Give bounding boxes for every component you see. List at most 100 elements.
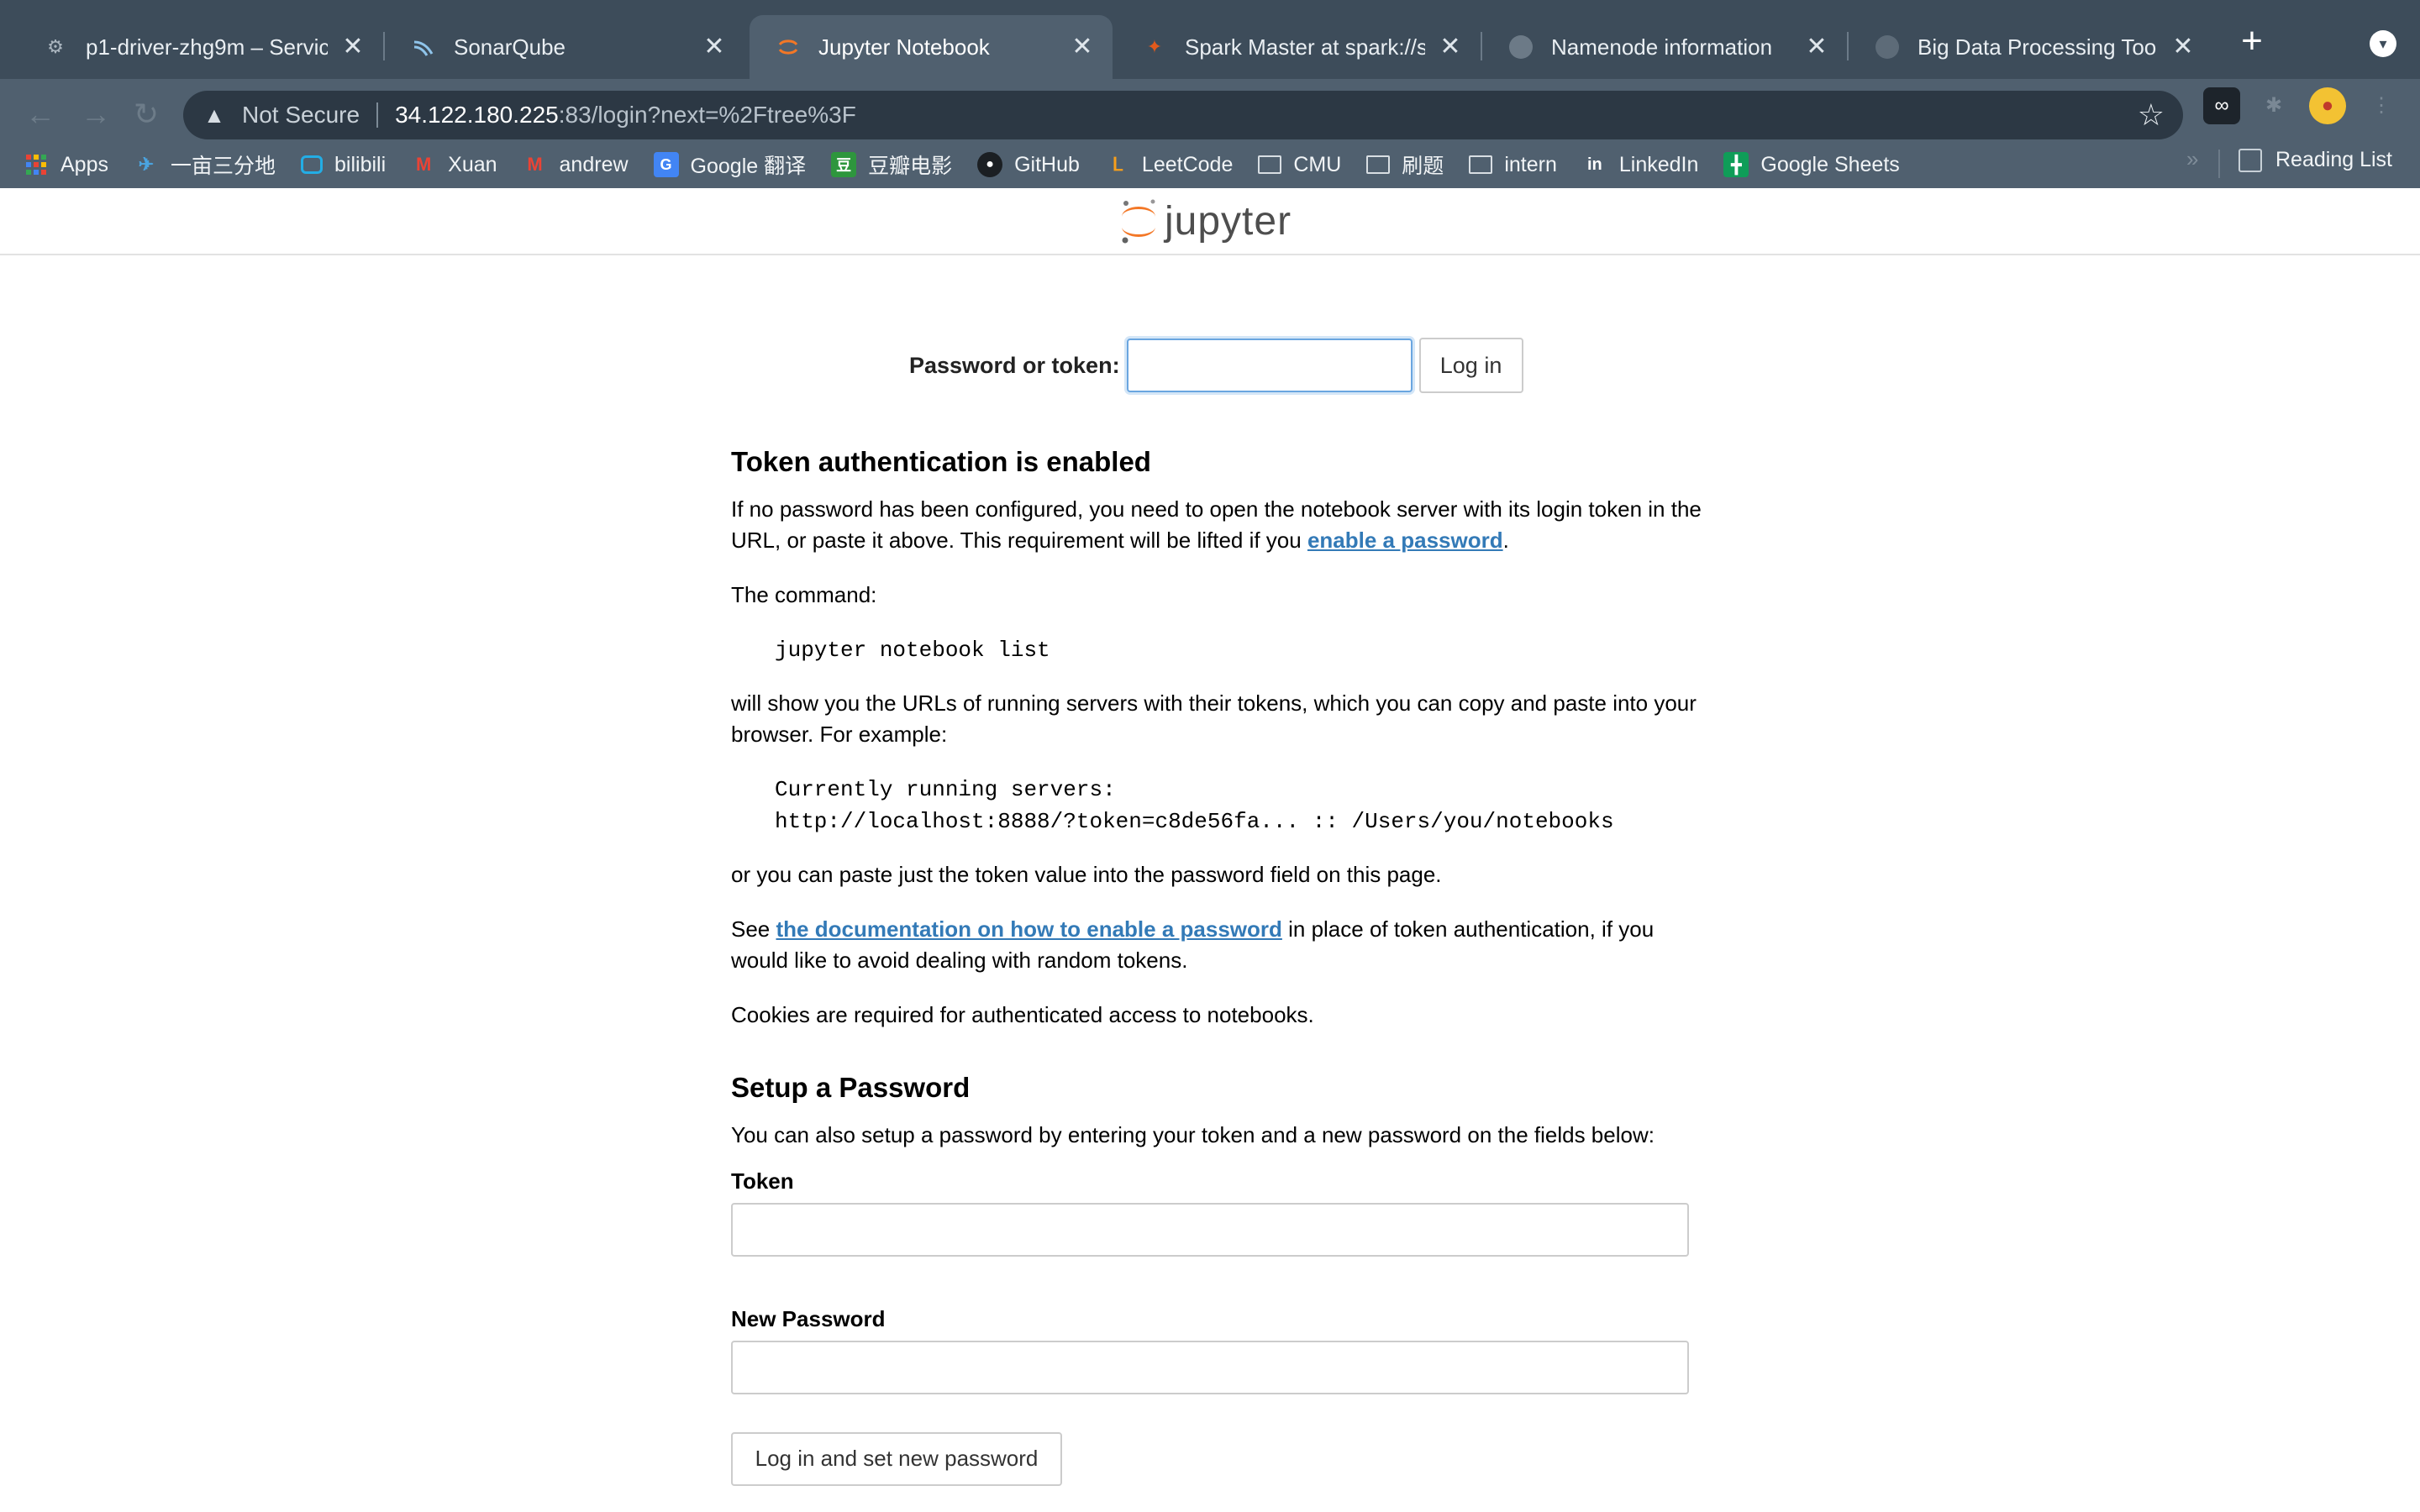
warning-icon: ▲	[203, 102, 225, 128]
tab-title: Big Data Processing Toolbo	[1918, 34, 2158, 60]
token-field-label: Token	[731, 1168, 794, 1194]
bookmark-label: 刷题	[1402, 155, 1444, 178]
new-password-field[interactable]	[731, 1341, 1689, 1394]
bookmark-github[interactable]: ● GitHub	[977, 152, 1080, 177]
password-input[interactable]	[1126, 339, 1413, 392]
documentation-link[interactable]: the documentation on how to enable a pas…	[776, 916, 1282, 942]
back-arrow-icon[interactable]: ←	[22, 96, 59, 133]
bookmark-google-sheets[interactable]: ╋ Google Sheets	[1723, 152, 1900, 177]
folder-icon	[1258, 155, 1282, 174]
new-tab-button[interactable]: +	[2235, 23, 2269, 60]
google-translate-icon: G	[653, 152, 679, 177]
close-icon[interactable]: ✕	[339, 34, 366, 60]
tab-p1-driver[interactable]: ⚙ p1-driver-zhg9m – Service ✕	[17, 15, 383, 79]
bookmark-linkedin[interactable]: in LinkedIn	[1582, 152, 1699, 177]
tab-big-data[interactable]: Big Data Processing Toolbo ✕	[1849, 15, 2213, 79]
yimu-icon: ✈	[138, 154, 155, 175]
bookmark-label: Google 翻译	[690, 155, 807, 178]
command-explanation: will show you the URLs of running server…	[731, 690, 1697, 747]
reload-icon[interactable]: ↻	[128, 96, 165, 133]
bookmark-leetcode[interactable]: ᒪ LeetCode	[1105, 152, 1234, 177]
token-field[interactable]	[731, 1203, 1689, 1257]
reading-list-button[interactable]: Reading List	[2238, 148, 2392, 172]
tab-sonarqube[interactable]: SonarQube ✕	[385, 15, 744, 79]
gmail-icon: M	[527, 154, 543, 175]
bookmark-bilibili[interactable]: bilibili	[301, 153, 386, 177]
jupyter-icon	[776, 35, 800, 59]
bookmarks-divider	[2218, 150, 2220, 178]
avatar[interactable]: ●	[2309, 87, 2346, 124]
bookmark-yimu[interactable]: ✈ 一亩三分地	[134, 150, 276, 180]
jupyter-logo[interactable]: jupyter	[1118, 197, 1292, 245]
setup-section-title: Setup a Password	[731, 1072, 971, 1103]
close-icon[interactable]: ✕	[701, 34, 728, 60]
set-new-password-button[interactable]: Log in and set new password	[731, 1431, 1062, 1486]
jupyter-logo-text: jupyter	[1165, 198, 1292, 244]
gmail-icon: M	[415, 154, 432, 175]
spark-icon: ✦	[1146, 36, 1163, 57]
tab-namenode[interactable]: Namenode information ✕	[1482, 15, 1847, 79]
close-icon[interactable]: ✕	[1437, 34, 1464, 60]
close-icon[interactable]: ✕	[2170, 34, 2196, 60]
gear-icon: ⚙	[47, 36, 64, 57]
bookmark-label: Google Sheets	[1760, 152, 1900, 176]
command-intro: The command:	[731, 582, 877, 607]
google-sheets-icon: ╋	[1723, 152, 1749, 177]
bookmark-label: GitHub	[1014, 152, 1080, 176]
bookmark-folder-shuati[interactable]: 刷题	[1366, 150, 1444, 180]
login-form: Password or token: Log in	[909, 338, 1523, 393]
tab-title: Jupyter Notebook	[818, 34, 990, 60]
close-icon[interactable]: ✕	[1069, 34, 1096, 60]
new-password-field-label: New Password	[731, 1306, 886, 1331]
linkedin-icon: in	[1586, 155, 1602, 174]
bookmark-label: LinkedIn	[1618, 152, 1699, 176]
address-bar[interactable]: ▲ Not Secure 34.122.180.225 :83/login?ne…	[183, 91, 2183, 139]
bookmark-folder-intern[interactable]: intern	[1469, 153, 1557, 177]
enable-password-link[interactable]: enable a password	[1307, 528, 1503, 553]
forward-arrow-icon[interactable]: →	[77, 96, 114, 133]
bookmark-label: Xuan	[448, 152, 497, 176]
example-line: http://localhost:8888/?token=c8de56fa...…	[775, 809, 1614, 834]
jupyter-header: jupyter	[0, 188, 2420, 255]
bookmark-folder-cmu[interactable]: CMU	[1258, 153, 1341, 177]
tab-spark[interactable]: ✦ Spark Master at spark://spa ✕	[1116, 15, 1481, 79]
bookmark-andrew[interactable]: M andrew	[523, 152, 629, 177]
bookmark-apps[interactable]: Apps	[24, 152, 108, 177]
tab-search-icon[interactable]: ▾	[2370, 30, 2396, 57]
paste-token-note: or you can paste just the token value in…	[731, 862, 1442, 887]
bookmark-label: andrew	[559, 152, 629, 176]
text: See	[731, 916, 776, 942]
bookmark-label: Apps	[60, 152, 108, 176]
tab-jupyter[interactable]: Jupyter Notebook ✕	[750, 15, 1113, 79]
reading-list-icon	[2238, 148, 2262, 172]
reading-list-label: Reading List	[2275, 148, 2392, 171]
command-code: jupyter notebook list	[775, 638, 1050, 663]
bookmarks-bar: Apps ✈ 一亩三分地 bilibili M Xuan M andrew G …	[0, 141, 2420, 188]
browser-chrome: ⚙ p1-driver-zhg9m – Service ✕ SonarQube …	[0, 0, 2420, 188]
github-icon: ●	[977, 152, 1003, 177]
example-output: Currently running servers: http://localh…	[775, 774, 1706, 837]
globe-icon	[1876, 35, 1899, 59]
text: If no password has been configured, you …	[731, 496, 1702, 553]
folder-icon	[1469, 155, 1493, 174]
bookmark-label: CMU	[1293, 152, 1342, 176]
address-divider	[376, 102, 379, 128]
jupyter-logo-icon	[1122, 199, 1155, 244]
puzzle-piece-icon[interactable]: ✱	[2255, 87, 2292, 124]
tab-strip: ⚙ p1-driver-zhg9m – Service ✕ SonarQube …	[0, 0, 2420, 79]
menu-kebab-icon[interactable]: ⋮	[2363, 87, 2400, 124]
close-icon[interactable]: ✕	[1803, 34, 1830, 60]
extension-icon[interactable]: ∞	[2203, 87, 2240, 124]
bookmarks-overflow-chevron-icon[interactable]: »	[2186, 146, 2198, 172]
bookmark-star-icon[interactable]: ☆	[2138, 99, 2165, 131]
tab-title: p1-driver-zhg9m – Service	[86, 34, 328, 60]
bookmark-google-translate[interactable]: G Google 翻译	[653, 150, 807, 180]
login-button[interactable]: Log in	[1418, 338, 1523, 393]
setup-description: You can also setup a password by enterin…	[731, 1122, 1655, 1147]
bookmark-label: bilibili	[334, 152, 387, 176]
security-label[interactable]: Not Secure	[242, 102, 360, 129]
bookmark-douban[interactable]: 豆 豆瓣电影	[831, 150, 952, 180]
text: .	[1502, 528, 1509, 553]
bookmark-xuan[interactable]: M Xuan	[411, 152, 497, 177]
tab-title: Spark Master at spark://spa	[1185, 34, 1425, 60]
